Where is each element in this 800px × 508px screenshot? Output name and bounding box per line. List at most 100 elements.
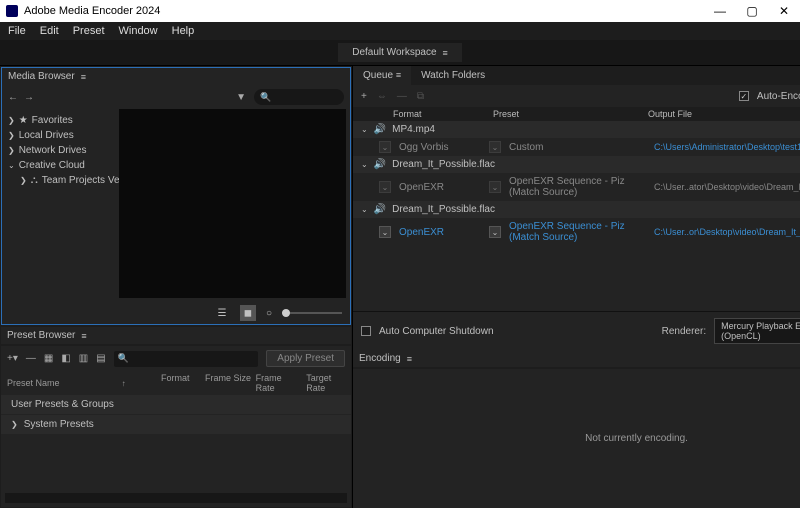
queue-preset[interactable]: OpenEXR Sequence - Piz (Match Source) xyxy=(509,176,650,198)
encoding-title: Encoding xyxy=(359,353,401,364)
queue-footer: Auto Computer Shutdown Renderer: Mercury… xyxy=(353,311,800,350)
preset-group-user[interactable]: User Presets & Groups xyxy=(1,395,351,414)
chevron-down-icon: ⌄ xyxy=(361,160,368,169)
media-type-icon: 🔊 xyxy=(374,124,386,135)
auto-shutdown-checkbox[interactable] xyxy=(361,326,371,336)
preset-export-icon[interactable]: ▤ xyxy=(96,353,105,364)
queue-item-name: Dream_It_Possible.flac xyxy=(392,159,495,170)
format-dropdown-btn[interactable]: ⌄ xyxy=(379,181,391,193)
workspace-menu-icon[interactable]: ≡ xyxy=(443,48,448,58)
media-type-icon: 🔊 xyxy=(374,159,386,170)
media-browser-title: Media Browser xyxy=(8,71,75,82)
nav-forward-icon[interactable]: → xyxy=(24,92,34,103)
preset-settings-icon[interactable]: ◧ xyxy=(61,353,70,364)
queue-headers: Format Preset Output File Status xyxy=(353,107,800,121)
menu-edit[interactable]: Edit xyxy=(40,25,59,37)
workspace-tab[interactable]: Default Workspace ≡ xyxy=(338,43,462,62)
queue-format[interactable]: OpenEXR xyxy=(399,227,485,238)
preset-header-row: Preset Name ↑ Format Frame Size Frame Ra… xyxy=(1,371,351,395)
media-type-icon: 🔊 xyxy=(374,204,386,215)
tree-creative-cloud[interactable]: ⌄Creative Cloud xyxy=(2,158,119,173)
filter-icon[interactable]: ▼ xyxy=(236,92,246,103)
queue-row[interactable]: ⌄ Ogg Vorbis ⌄ Custom C:\Users\Administrator… xyxy=(353,138,800,156)
media-preview-area xyxy=(119,109,346,298)
view-thumb-icon[interactable]: ◼ xyxy=(240,305,256,321)
queue-item-name: Dream_It_Possible.flac xyxy=(392,204,495,215)
menu-help[interactable]: Help xyxy=(172,25,195,37)
queue-toolbar: + ⇔ — ⧉ Auto-Encode Watch Folders ≡ ▶ xyxy=(353,85,800,107)
media-browser-tree: ❯★Favorites ❯Local Drives ❯Network Drive… xyxy=(2,109,119,302)
queue-item-name: MP4.mp4 xyxy=(392,124,435,135)
media-search-input[interactable]: 🔍 xyxy=(254,89,344,105)
encoding-panel: Not currently encoding. xyxy=(353,369,800,508)
view-list-icon[interactable]: ☰ xyxy=(214,305,230,321)
queue-preset[interactable]: Custom xyxy=(509,142,650,153)
preset-dropdown-btn[interactable]: ⌄ xyxy=(489,141,501,153)
add-preset-icon[interactable]: +▾ xyxy=(7,353,18,364)
auto-encode-label: Auto-Encode Watch Folders xyxy=(757,91,800,102)
queue-output[interactable]: C:\User..ator\Desktop\video\Dream_It_Pos… xyxy=(654,182,800,192)
queue-group[interactable]: ⌄ 🔊 Dream_It_Possible.flac xyxy=(353,156,800,173)
preset-browser-panel: +▾ — ▦ ◧ ▥ ▤ 🔍 Apply Preset Preset Name … xyxy=(1,346,351,507)
preset-folder-icon[interactable]: ▦ xyxy=(44,353,53,364)
auto-shutdown-label: Auto Computer Shutdown xyxy=(379,326,494,337)
encoding-status-text: Not currently encoding. xyxy=(585,433,688,444)
tab-queue[interactable]: Queue ≡ xyxy=(353,66,411,85)
close-button[interactable]: ✕ xyxy=(768,0,800,22)
duplicate-icon[interactable]: ⧉ xyxy=(417,91,424,102)
panel-menu-icon[interactable]: ≡ xyxy=(81,72,86,82)
renderer-label: Renderer: xyxy=(662,326,706,337)
panel-menu-icon[interactable]: ≡ xyxy=(407,354,412,364)
queue-preset[interactable]: OpenEXR Sequence - Piz (Match Source) xyxy=(509,221,650,243)
preset-h-scrollbar[interactable] xyxy=(5,493,347,503)
queue-output[interactable]: C:\User..or\Desktop\video\Dream_It_Possi… xyxy=(654,227,800,237)
queue-row[interactable]: ⌄ OpenEXR ⌄ OpenEXR Sequence - Piz (Match S… xyxy=(353,173,800,201)
queue-group[interactable]: ⌄ 🔊 Dream_It_Possible.flac xyxy=(353,201,800,218)
tree-network-drives[interactable]: ❯Network Drives xyxy=(2,143,119,158)
preset-browser-title: Preset Browser xyxy=(7,330,75,341)
media-browser-panel: Media Browser ≡ ← → ▼ 🔍 ❯★Favorites ❯Loc… xyxy=(1,67,351,325)
queue-format[interactable]: Ogg Vorbis xyxy=(399,142,485,153)
menu-preset[interactable]: Preset xyxy=(73,25,105,37)
chevron-down-icon: ⌄ xyxy=(361,125,368,134)
thumbnail-zoom-slider[interactable] xyxy=(282,312,342,314)
menubar: File Edit Preset Window Help xyxy=(0,22,800,40)
remove-icon[interactable]: — xyxy=(397,91,407,102)
tree-local-drives[interactable]: ❯Local Drives xyxy=(2,128,119,143)
minimize-button[interactable]: — xyxy=(704,0,736,22)
menu-file[interactable]: File xyxy=(8,25,26,37)
remove-preset-icon[interactable]: — xyxy=(26,353,36,364)
zoom-out-icon[interactable]: ○ xyxy=(266,308,272,319)
format-dropdown-btn[interactable]: ⌄ xyxy=(379,141,391,153)
workspace-bar: Default Workspace ≡ xyxy=(0,40,800,66)
preset-group-system[interactable]: ❯System Presets xyxy=(1,415,351,434)
tab-watch-folders[interactable]: Watch Folders xyxy=(411,66,495,85)
panel-menu-icon[interactable]: ≡ xyxy=(81,331,86,341)
window-title: Adobe Media Encoder 2024 xyxy=(24,5,160,17)
menu-window[interactable]: Window xyxy=(119,25,158,37)
renderer-value: Mercury Playback Engine GPU Acceleration… xyxy=(721,321,800,341)
preset-import-icon[interactable]: ▥ xyxy=(79,353,88,364)
preset-dropdown-btn[interactable]: ⌄ xyxy=(489,226,501,238)
sort-asc-icon: ↑ xyxy=(122,379,157,388)
queue-row[interactable]: ⌄ OpenEXR ⌄ OpenEXR Sequence - Piz (Match S… xyxy=(353,218,800,246)
add-source-icon[interactable]: + xyxy=(361,91,367,102)
renderer-dropdown[interactable]: Mercury Playback Engine GPU Acceleration… xyxy=(714,318,800,344)
tree-favorites[interactable]: ❯★Favorites xyxy=(2,113,119,128)
format-dropdown-btn[interactable]: ⌄ xyxy=(379,226,391,238)
workspace-label: Default Workspace xyxy=(352,47,436,58)
maximize-button[interactable]: ▢ xyxy=(736,0,768,22)
queue-output[interactable]: C:\Users\Administrator\Desktop\test1.ogg xyxy=(654,142,800,152)
app-icon xyxy=(6,5,18,17)
queue-list: ⌄🔊MP4.mp4⌄Ogg Vorbis⌄CustomC:\Users\Admi… xyxy=(353,121,800,311)
auto-encode-checkbox[interactable] xyxy=(739,91,749,101)
queue-group[interactable]: ⌄ 🔊 MP4.mp4 xyxy=(353,121,800,138)
link-icon[interactable]: ⇔ xyxy=(377,91,387,102)
apply-preset-button[interactable]: Apply Preset xyxy=(266,350,345,367)
tree-team-projects[interactable]: ❯⛬Team Projects Versions xyxy=(2,173,119,188)
chevron-down-icon: ⌄ xyxy=(361,205,368,214)
queue-format[interactable]: OpenEXR xyxy=(399,182,485,193)
preset-search-input[interactable]: 🔍 xyxy=(114,351,259,367)
preset-dropdown-btn[interactable]: ⌄ xyxy=(489,181,501,193)
nav-back-icon[interactable]: ← xyxy=(8,92,18,103)
